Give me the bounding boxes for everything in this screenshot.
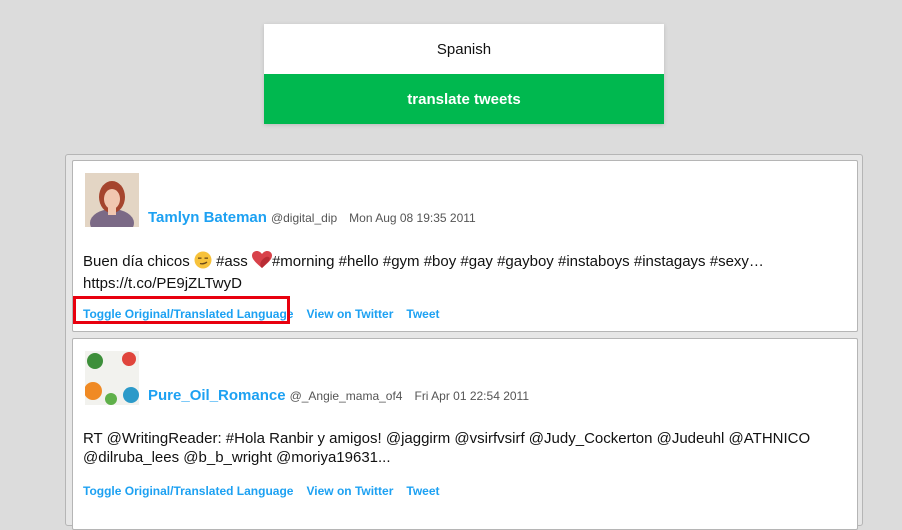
- heart-emoji-icon: [251, 251, 272, 274]
- author-line: Pure_Oil_Romance @_Angie_mama_of4 Fri Ap…: [148, 387, 529, 404]
- tweet-text: Buen día chicos #ass #morning #hello #gy…: [83, 251, 843, 293]
- tweet-text-line: RT @WritingReader: #Hola Ranbir y amigos…: [83, 430, 811, 447]
- author-name[interactable]: Pure_Oil_Romance: [148, 387, 286, 404]
- author-handle: @_Angie_mama_of4: [289, 389, 403, 403]
- tweet-timestamp: Fri Apr 01 22:54 2011: [414, 389, 530, 403]
- tweet-link[interactable]: https://t.co/PE9jZLTwyD: [83, 275, 242, 292]
- tweet-timestamp: Mon Aug 08 19:35 2011: [349, 211, 476, 225]
- language-select[interactable]: Spanish: [264, 24, 664, 74]
- avatar[interactable]: [85, 173, 139, 227]
- translate-panel: Spanish translate tweets: [264, 24, 664, 124]
- tweet-card: Tamlyn Bateman @digital_dip Mon Aug 08 1…: [72, 160, 858, 332]
- author-handle: @digital_dip: [270, 211, 338, 225]
- tweet-text-part: #ass: [211, 253, 252, 270]
- tweet-link-button[interactable]: Tweet: [406, 484, 439, 498]
- tweet-card: Pure_Oil_Romance @_Angie_mama_of4 Fri Ap…: [72, 338, 858, 530]
- tweet-text-part: Buen día chicos: [83, 253, 190, 270]
- author-line: Tamlyn Bateman @digital_dip Mon Aug 08 1…: [148, 209, 476, 226]
- view-on-twitter-link[interactable]: View on Twitter: [306, 307, 393, 321]
- translate-tweets-button[interactable]: translate tweets: [264, 74, 664, 124]
- tweet-actions: Toggle Original/Translated Language View…: [83, 307, 453, 321]
- tweet-actions: Toggle Original/Translated Language View…: [83, 484, 453, 498]
- avatar[interactable]: [85, 351, 139, 405]
- toggle-language-link[interactable]: Toggle Original/Translated Language: [83, 484, 293, 498]
- view-on-twitter-link[interactable]: View on Twitter: [306, 484, 393, 498]
- tweet-feed: Tamlyn Bateman @digital_dip Mon Aug 08 1…: [65, 154, 863, 530]
- tweet-link-button[interactable]: Tweet: [406, 307, 439, 321]
- tweet-text: RT @WritingReader: #Hola Ranbir y amigos…: [83, 429, 843, 467]
- tweet-text-line: @dilruba_lees @b_b_wright @moriya19631..…: [83, 449, 391, 466]
- toggle-language-link[interactable]: Toggle Original/Translated Language: [83, 307, 293, 321]
- author-name[interactable]: Tamlyn Bateman: [148, 209, 267, 226]
- smirk-emoji-icon: [194, 251, 212, 274]
- tweet-text-part: #morning #hello #gym #boy #gay #gayboy #…: [271, 253, 764, 270]
